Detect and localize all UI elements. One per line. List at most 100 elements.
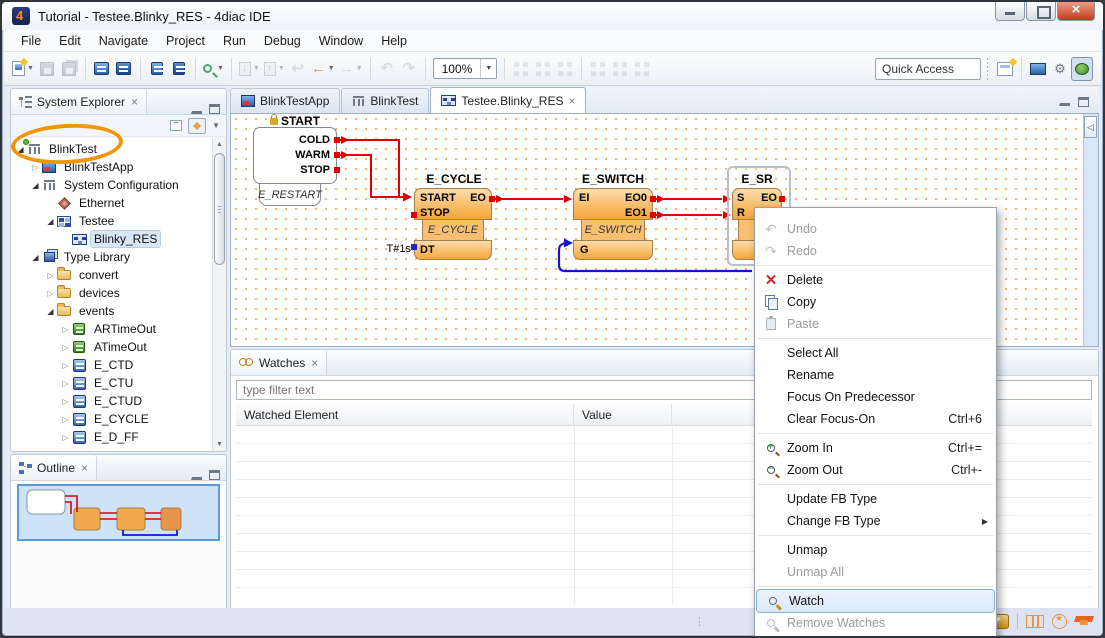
tree-item-blinky-res[interactable]: Blinky_RES <box>60 230 160 248</box>
fb-cycle-type-section[interactable]: E_CYCLE <box>422 220 484 240</box>
menu-debug[interactable]: Debug <box>255 32 310 50</box>
data-pin-dt[interactable] <box>411 244 417 250</box>
menu-item-clear-focus-on[interactable]: Clear Focus-OnCtrl+6 <box>755 408 996 430</box>
tree-item-testee[interactable]: ◢Testee <box>45 212 117 230</box>
clean-device-button[interactable] <box>146 57 168 81</box>
menu-item-copy[interactable]: Copy <box>755 291 996 313</box>
undo-button[interactable]: ↶ <box>376 57 398 81</box>
scrollbar-thumb[interactable] <box>214 153 225 265</box>
tree-item-artimeout[interactable]: ▷ARTimeOut <box>60 320 159 338</box>
close-icon[interactable]: × <box>568 94 575 108</box>
tab-system-explorer[interactable]: System Explorer × <box>11 89 147 114</box>
tab-watches[interactable]: Watches × <box>231 350 327 375</box>
deploy-selection-button[interactable] <box>113 57 135 81</box>
align-center-button[interactable] <box>609 57 631 81</box>
system-perspective-button[interactable] <box>1027 57 1049 81</box>
menu-run[interactable]: Run <box>214 32 255 50</box>
event-pin-warm[interactable] <box>334 152 340 158</box>
tree-scrollbar[interactable]: ▲ ▼ <box>212 138 226 451</box>
tab-blinktestapp[interactable]: BlinkTestApp <box>230 88 340 113</box>
expander-icon[interactable]: ▷ <box>60 361 71 370</box>
layout-grid-button[interactable] <box>554 57 576 81</box>
tree-item-events[interactable]: ◢events <box>45 302 117 320</box>
menu-file[interactable]: File <box>12 32 50 50</box>
expander-icon[interactable]: ◢ <box>30 253 41 262</box>
menu-item-update-fb-type[interactable]: Update FB Type <box>755 488 996 510</box>
palette-expand-button[interactable]: ◁ <box>1084 116 1097 138</box>
expander-icon[interactable]: ◢ <box>45 217 56 226</box>
cheatsheet-map-icon[interactable] <box>1026 615 1044 628</box>
expander-icon[interactable]: ▷ <box>30 163 41 172</box>
badge-icon[interactable] <box>1052 614 1067 629</box>
close-icon[interactable]: × <box>81 461 88 475</box>
menu-project[interactable]: Project <box>157 32 214 50</box>
close-icon[interactable]: × <box>131 95 138 109</box>
minimize-view-icon[interactable] <box>1059 97 1070 106</box>
view-menu-icon[interactable]: ▼ <box>212 121 220 130</box>
layout-vertical-button[interactable] <box>532 57 554 81</box>
expander-icon[interactable]: ▷ <box>45 271 56 280</box>
column-watched-element[interactable]: Watched Element <box>236 404 574 425</box>
title-bar[interactable]: Tutorial - Testee.Blinky_RES - 4diac IDE <box>2 2 1103 30</box>
expander-icon[interactable]: ▷ <box>60 415 71 424</box>
tab-outline[interactable]: Outline × <box>11 455 97 480</box>
expander-icon[interactable]: ◢ <box>45 307 56 316</box>
event-pin-stop[interactable] <box>334 167 340 173</box>
event-pin-eo1[interactable] <box>650 212 656 218</box>
tab-blinktest[interactable]: BlinkTest <box>341 88 429 113</box>
forward-button[interactable]: →▼ <box>337 57 365 81</box>
expander-icon[interactable]: ▷ <box>60 325 71 334</box>
collapse-all-icon[interactable] <box>170 120 182 131</box>
back-button[interactable]: ←▼ <box>309 57 337 81</box>
tree-item-devices[interactable]: ▷devices <box>45 284 123 302</box>
menu-item-undo[interactable]: ↶Undo <box>755 218 996 240</box>
deployment-perspective-button[interactable] <box>1049 57 1071 81</box>
zoom-dropdown-button[interactable]: ▼ <box>480 59 496 78</box>
tree-item-blinktest[interactable]: ◢BlinkTest <box>15 140 100 158</box>
menu-item-change-fb-type[interactable]: Change FB Type▶ <box>755 510 996 532</box>
new-wizard-button[interactable]: ▼ <box>10 57 36 81</box>
prev-annotation-button[interactable]: ▼ <box>262 57 287 81</box>
menu-help[interactable]: Help <box>372 32 416 50</box>
expander-icon[interactable]: ▷ <box>60 433 71 442</box>
minimize-view-icon[interactable] <box>191 105 202 114</box>
maximize-view-icon[interactable] <box>209 470 220 480</box>
scroll-up-icon[interactable]: ▲ <box>213 138 226 151</box>
expander-icon[interactable]: ▷ <box>60 343 71 352</box>
save-button[interactable] <box>36 57 58 81</box>
menu-edit[interactable]: Edit <box>50 32 90 50</box>
tutorial-cap-icon[interactable] <box>1074 616 1094 622</box>
event-pin-eo[interactable] <box>489 196 495 202</box>
menu-item-select-all[interactable]: Select All <box>755 342 996 364</box>
tree-item-blinktestapp[interactable]: ▷BlinkTestApp <box>30 158 136 176</box>
event-pin-cold[interactable] <box>334 137 340 143</box>
tree-item-convert[interactable]: ▷convert <box>45 266 121 284</box>
menu-item-unmap[interactable]: Unmap <box>755 539 996 561</box>
fb-start-body[interactable]: COLD WARM STOP <box>253 127 337 184</box>
event-connection[interactable] <box>340 140 722 215</box>
tree-item-e-cycle[interactable]: ▷E_CYCLE <box>60 410 152 428</box>
search-button[interactable]: ▼ <box>201 57 226 81</box>
align-right-button[interactable] <box>631 57 653 81</box>
tree-item-ethernet[interactable]: Ethernet <box>45 194 127 212</box>
event-pin-eo0[interactable] <box>650 196 656 202</box>
column-value[interactable]: Value <box>574 404 672 425</box>
link-with-editor-icon[interactable] <box>188 118 206 134</box>
quick-access-field[interactable]: Quick Access <box>875 58 981 80</box>
next-annotation-button[interactable]: ▼ <box>237 57 262 81</box>
tree-item-atimeout[interactable]: ▷ATimeOut <box>60 338 150 356</box>
maximize-button[interactable] <box>1026 2 1056 21</box>
menu-item-paste[interactable]: Paste <box>755 313 996 335</box>
tree-item-system-configuration[interactable]: ◢System Configuration <box>30 176 182 194</box>
drag-handle-icon[interactable]: ⋮ <box>694 615 706 628</box>
redo-button[interactable]: ↷ <box>398 57 420 81</box>
menu-item-watch[interactable]: Watch <box>757 590 994 612</box>
minimize-view-icon[interactable] <box>191 471 202 480</box>
menu-item-zoom-out[interactable]: −Zoom OutCtrl+- <box>755 459 996 481</box>
tree-item-e-ctud[interactable]: ▷E_CTUD <box>60 392 145 410</box>
menu-item-focus-on-predecessor[interactable]: Focus On Predecessor <box>755 386 996 408</box>
align-left-button[interactable] <box>587 57 609 81</box>
maximize-view-icon[interactable] <box>1078 97 1089 107</box>
maximize-view-icon[interactable] <box>209 104 220 114</box>
fb-switch-event-section[interactable]: EI EO0 EO1 <box>573 188 653 220</box>
